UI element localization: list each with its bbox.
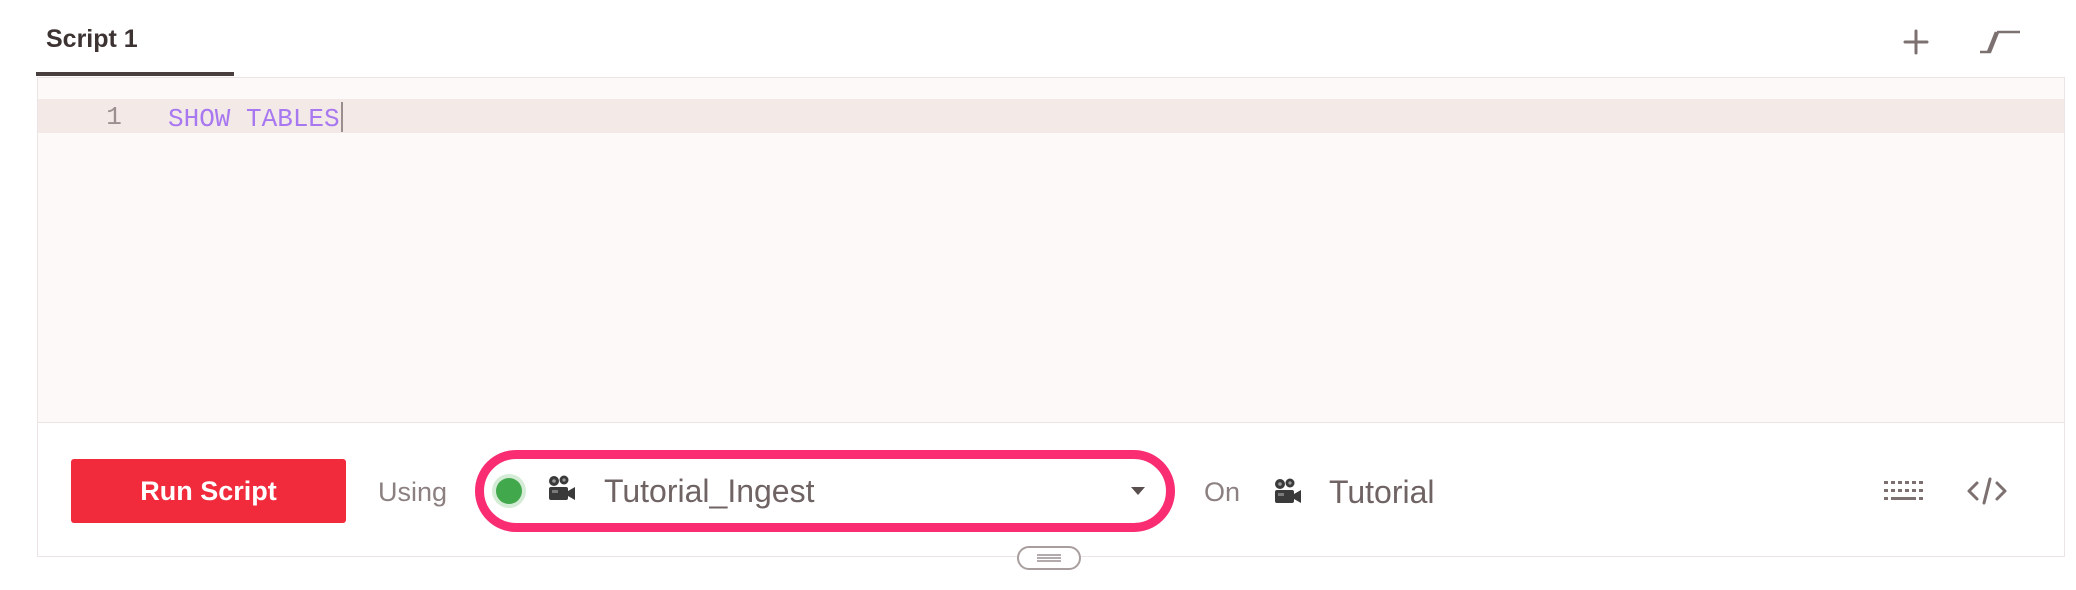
pipeline-value: Tutorial_Ingest bbox=[604, 473, 815, 509]
code-editor[interactable]: 1 SHOW TABLES bbox=[38, 78, 2064, 423]
collapse-panel-button[interactable] bbox=[1976, 18, 2024, 66]
pipeline-status-dot bbox=[496, 478, 522, 504]
code-keyword: SHOW TABLES bbox=[168, 104, 340, 134]
resize-handle[interactable] bbox=[1017, 546, 1081, 570]
keyboard-icon bbox=[1884, 481, 1923, 500]
script-panel: 1 SHOW TABLES Run Script Using Tutorial_… bbox=[37, 77, 2065, 557]
tab-label: Script 1 bbox=[46, 25, 138, 53]
pipeline-select[interactable]: Tutorial_Ingest bbox=[475, 450, 1175, 532]
code-brackets-icon bbox=[1967, 477, 2007, 505]
keyboard-shortcuts-button[interactable] bbox=[1878, 471, 1928, 511]
run-script-button[interactable]: Run Script bbox=[71, 459, 346, 523]
tab-script-1[interactable]: Script 1 bbox=[36, 0, 234, 76]
drag-handle-icon bbox=[1037, 554, 1061, 562]
collapse-panel-icon bbox=[1980, 30, 2020, 54]
team-value: Tutorial bbox=[1329, 474, 1435, 510]
code-line: 1 SHOW TABLES bbox=[38, 99, 2064, 134]
code-text: SHOW TABLES bbox=[168, 102, 343, 134]
film-camera-icon bbox=[546, 474, 576, 509]
using-label: Using bbox=[378, 477, 448, 507]
plus-icon bbox=[1903, 29, 1929, 55]
film-camera-icon bbox=[1272, 477, 1302, 512]
chevron-down-icon bbox=[1131, 487, 1145, 495]
add-script-button[interactable] bbox=[1892, 18, 1940, 66]
script-editor-view: Script 1 1 SHOW TABLES Run Script Using bbox=[0, 0, 2076, 590]
line-number: 1 bbox=[106, 102, 122, 132]
text-cursor bbox=[340, 102, 343, 132]
on-label: On bbox=[1204, 477, 1241, 507]
view-code-button[interactable] bbox=[1962, 471, 2012, 511]
